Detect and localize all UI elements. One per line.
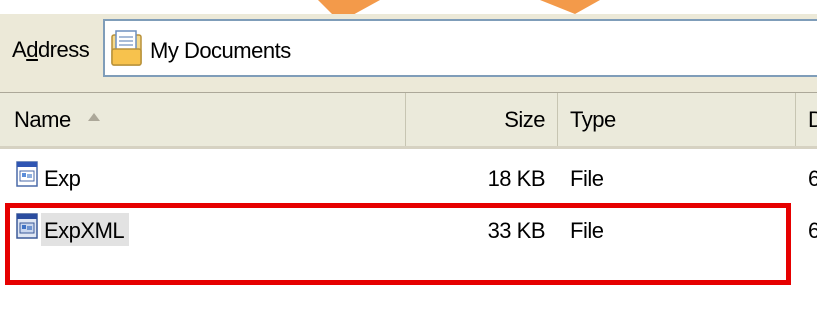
file-date-partial: 6 (808, 218, 817, 243)
file-name: Exp (44, 166, 81, 191)
column-header-name[interactable]: Name (0, 93, 406, 146)
address-input[interactable]: My Documents (103, 19, 817, 77)
address-label: Address (12, 37, 90, 62)
column-header-row: Name Size Type D (0, 93, 817, 149)
address-value: My Documents (150, 38, 291, 63)
application-window-icon (16, 213, 38, 239)
column-header-size-label: Size (504, 107, 545, 132)
my-documents-folder-icon (111, 30, 142, 66)
application-window-icon (16, 161, 38, 187)
column-header-size[interactable]: Size (406, 93, 558, 146)
sort-ascending-icon (88, 113, 100, 121)
file-size: 18 KB (487, 166, 546, 191)
address-bar: Address My Documents (0, 14, 817, 87)
file-row[interactable]: ExpXML 33 KB File 6 (0, 205, 817, 257)
toolbar-separator (0, 86, 817, 93)
column-header-name-label: Name (14, 107, 71, 132)
column-header-type-label: Type (570, 107, 616, 132)
file-name: ExpXML (41, 213, 130, 246)
file-date-partial: 6 (808, 166, 817, 191)
column-header-type[interactable]: Type (558, 93, 796, 146)
file-type: File (570, 166, 604, 191)
file-size: 33 KB (487, 218, 546, 243)
file-type: File (570, 218, 604, 243)
column-header-date-modified[interactable]: D (796, 93, 817, 146)
file-row[interactable]: Exp 18 KB File 6 (0, 153, 817, 205)
column-header-date-label: D (808, 107, 817, 132)
